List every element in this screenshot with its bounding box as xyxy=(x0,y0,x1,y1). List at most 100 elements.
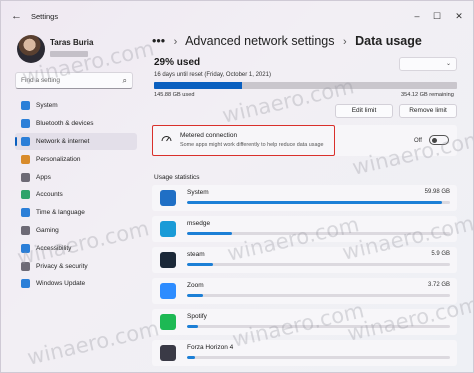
globe-clock-icon xyxy=(21,208,30,218)
page-title: Data usage xyxy=(355,34,422,48)
app-usage-fill xyxy=(187,263,214,266)
sidebar-item-network-internet[interactable]: Network & internet xyxy=(15,132,137,151)
sidebar-item-windows-update[interactable]: Windows Update xyxy=(15,275,137,293)
app-usage-fill xyxy=(187,325,198,328)
watermark-text: winaero.com xyxy=(25,316,162,370)
breadcrumb-overflow[interactable]: ••• xyxy=(152,34,165,48)
sidebar-item-system[interactable]: System xyxy=(15,97,137,115)
app-usage-row[interactable]: Spotify xyxy=(152,309,457,335)
app-usage-fill xyxy=(187,232,232,235)
accessibility-icon xyxy=(21,243,30,253)
steam-icon xyxy=(160,252,176,268)
zoom-icon xyxy=(160,283,176,299)
app-usage-row[interactable]: Zoom 3.72 GB xyxy=(152,278,457,304)
app-usage-bar xyxy=(187,201,450,204)
usage-progress-bar xyxy=(154,82,457,89)
app-name: msedge xyxy=(187,220,211,227)
sidebar-item-accessibility[interactable]: Accessibility xyxy=(15,239,137,257)
edge-icon xyxy=(160,221,176,237)
edit-limit-button[interactable]: Edit limit xyxy=(335,104,393,118)
search-placeholder: Find a setting xyxy=(21,77,61,84)
app-name: Forza Horizon 4 xyxy=(187,344,234,351)
app-usage-row[interactable]: msedge xyxy=(152,216,457,242)
app-usage-bar xyxy=(187,294,450,297)
app-name: System xyxy=(187,189,209,196)
metered-toggle-label: Off xyxy=(414,138,422,144)
sidebar-item-label: Apps xyxy=(36,173,51,181)
breadcrumb-parent[interactable]: Advanced network settings xyxy=(185,34,334,48)
sidebar-item-label: Privacy & security xyxy=(36,262,88,270)
app-usage-row[interactable]: Forza Horizon 4 xyxy=(152,340,457,366)
sidebar-item-label: Windows Update xyxy=(36,280,86,288)
user-email-redacted xyxy=(50,51,88,57)
sidebar-item-label: Gaming xyxy=(36,226,59,234)
used-amount: 145.88 GB used xyxy=(154,92,195,98)
toggle-knob xyxy=(432,138,437,143)
breadcrumb: ••• › Advanced network settings › Data u… xyxy=(152,34,422,48)
usage-statistics-heading: Usage statistics xyxy=(154,174,200,181)
chevron-down-icon: ⌄ xyxy=(445,61,451,67)
avatar[interactable] xyxy=(17,35,45,63)
sidebar-item-privacy-security[interactable]: Privacy & security xyxy=(15,257,137,275)
app-usage-row[interactable]: steam 5.9 GB xyxy=(152,247,457,273)
sidebar-nav: System Bluetooth & devices Network & inter… xyxy=(15,97,137,293)
sidebar-item-label: Accounts xyxy=(36,191,63,199)
highlight-frame xyxy=(152,125,335,156)
sidebar-item-personalization[interactable]: Personalization xyxy=(15,150,137,168)
title-bar: ← Settings – ☐ ✕ xyxy=(1,1,473,31)
metered-connection-toggle[interactable] xyxy=(429,135,449,145)
app-usage-bar xyxy=(187,356,450,359)
app-usage-bar xyxy=(187,232,450,235)
app-data-size: 5.9 GB xyxy=(431,251,450,257)
minimize-button[interactable]: – xyxy=(407,8,427,24)
bluetooth-icon xyxy=(21,119,30,129)
forza-icon xyxy=(160,345,176,361)
sidebar-item-label: Accessibility xyxy=(36,244,72,252)
maximize-button[interactable]: ☐ xyxy=(427,8,447,24)
app-name: Zoom xyxy=(187,282,204,289)
spotify-icon xyxy=(160,314,176,330)
sidebar-item-label: System xyxy=(36,102,58,110)
gamepad-icon xyxy=(21,225,30,235)
search-icon[interactable]: ⌕ xyxy=(123,76,127,86)
app-usage-fill xyxy=(187,201,443,204)
sidebar-item-label: Network & internet xyxy=(36,137,90,145)
sidebar-item-label: Bluetooth & devices xyxy=(36,120,94,128)
close-button[interactable]: ✕ xyxy=(449,8,469,24)
sidebar-item-bluetooth-devices[interactable]: Bluetooth & devices xyxy=(15,115,137,133)
sidebar-item-label: Personalization xyxy=(36,155,81,163)
app-usage-row[interactable]: System 59.98 GB xyxy=(152,185,457,211)
app-name: steam xyxy=(187,251,205,258)
person-icon xyxy=(21,190,30,200)
sidebar-item-gaming[interactable]: Gaming xyxy=(15,222,137,240)
usage-progress-fill xyxy=(154,82,242,89)
breadcrumb-separator: › xyxy=(173,36,178,48)
user-name: Taras Buria xyxy=(50,38,94,47)
app-name: Spotify xyxy=(187,313,207,320)
system-icon xyxy=(160,190,176,206)
reset-info: 16 days until reset (Friday, October 1, … xyxy=(154,72,271,78)
app-data-size: 3.72 GB xyxy=(427,282,450,288)
settings-window: ← Settings – ☐ ✕ Taras Buria Find a sett… xyxy=(0,0,474,373)
monitor-icon xyxy=(21,101,30,111)
window-title: Settings xyxy=(31,12,59,21)
app-data-size: 59.98 GB xyxy=(424,189,450,195)
app-usage-bar xyxy=(187,325,450,328)
breadcrumb-separator: › xyxy=(342,36,347,48)
wifi-icon xyxy=(21,136,30,146)
remove-limit-button[interactable]: Remove limit xyxy=(399,104,457,118)
back-arrow-icon[interactable]: ← xyxy=(11,10,22,22)
app-usage-fill xyxy=(187,356,195,359)
shield-icon xyxy=(21,261,30,271)
brush-icon xyxy=(21,154,30,164)
usage-percent: 29% used xyxy=(154,57,201,68)
sidebar-item-time-language[interactable]: Time & language xyxy=(15,204,137,222)
refresh-icon xyxy=(21,279,30,289)
network-select-dropdown[interactable]: ⌄ xyxy=(399,57,457,71)
sidebar-item-label: Time & language xyxy=(36,209,85,217)
apps-icon xyxy=(21,172,30,182)
search-input[interactable]: Find a setting ⌕ xyxy=(15,72,133,89)
app-usage-fill xyxy=(187,294,203,297)
sidebar-item-accounts[interactable]: Accounts xyxy=(15,186,137,204)
sidebar-item-apps[interactable]: Apps xyxy=(15,168,137,186)
